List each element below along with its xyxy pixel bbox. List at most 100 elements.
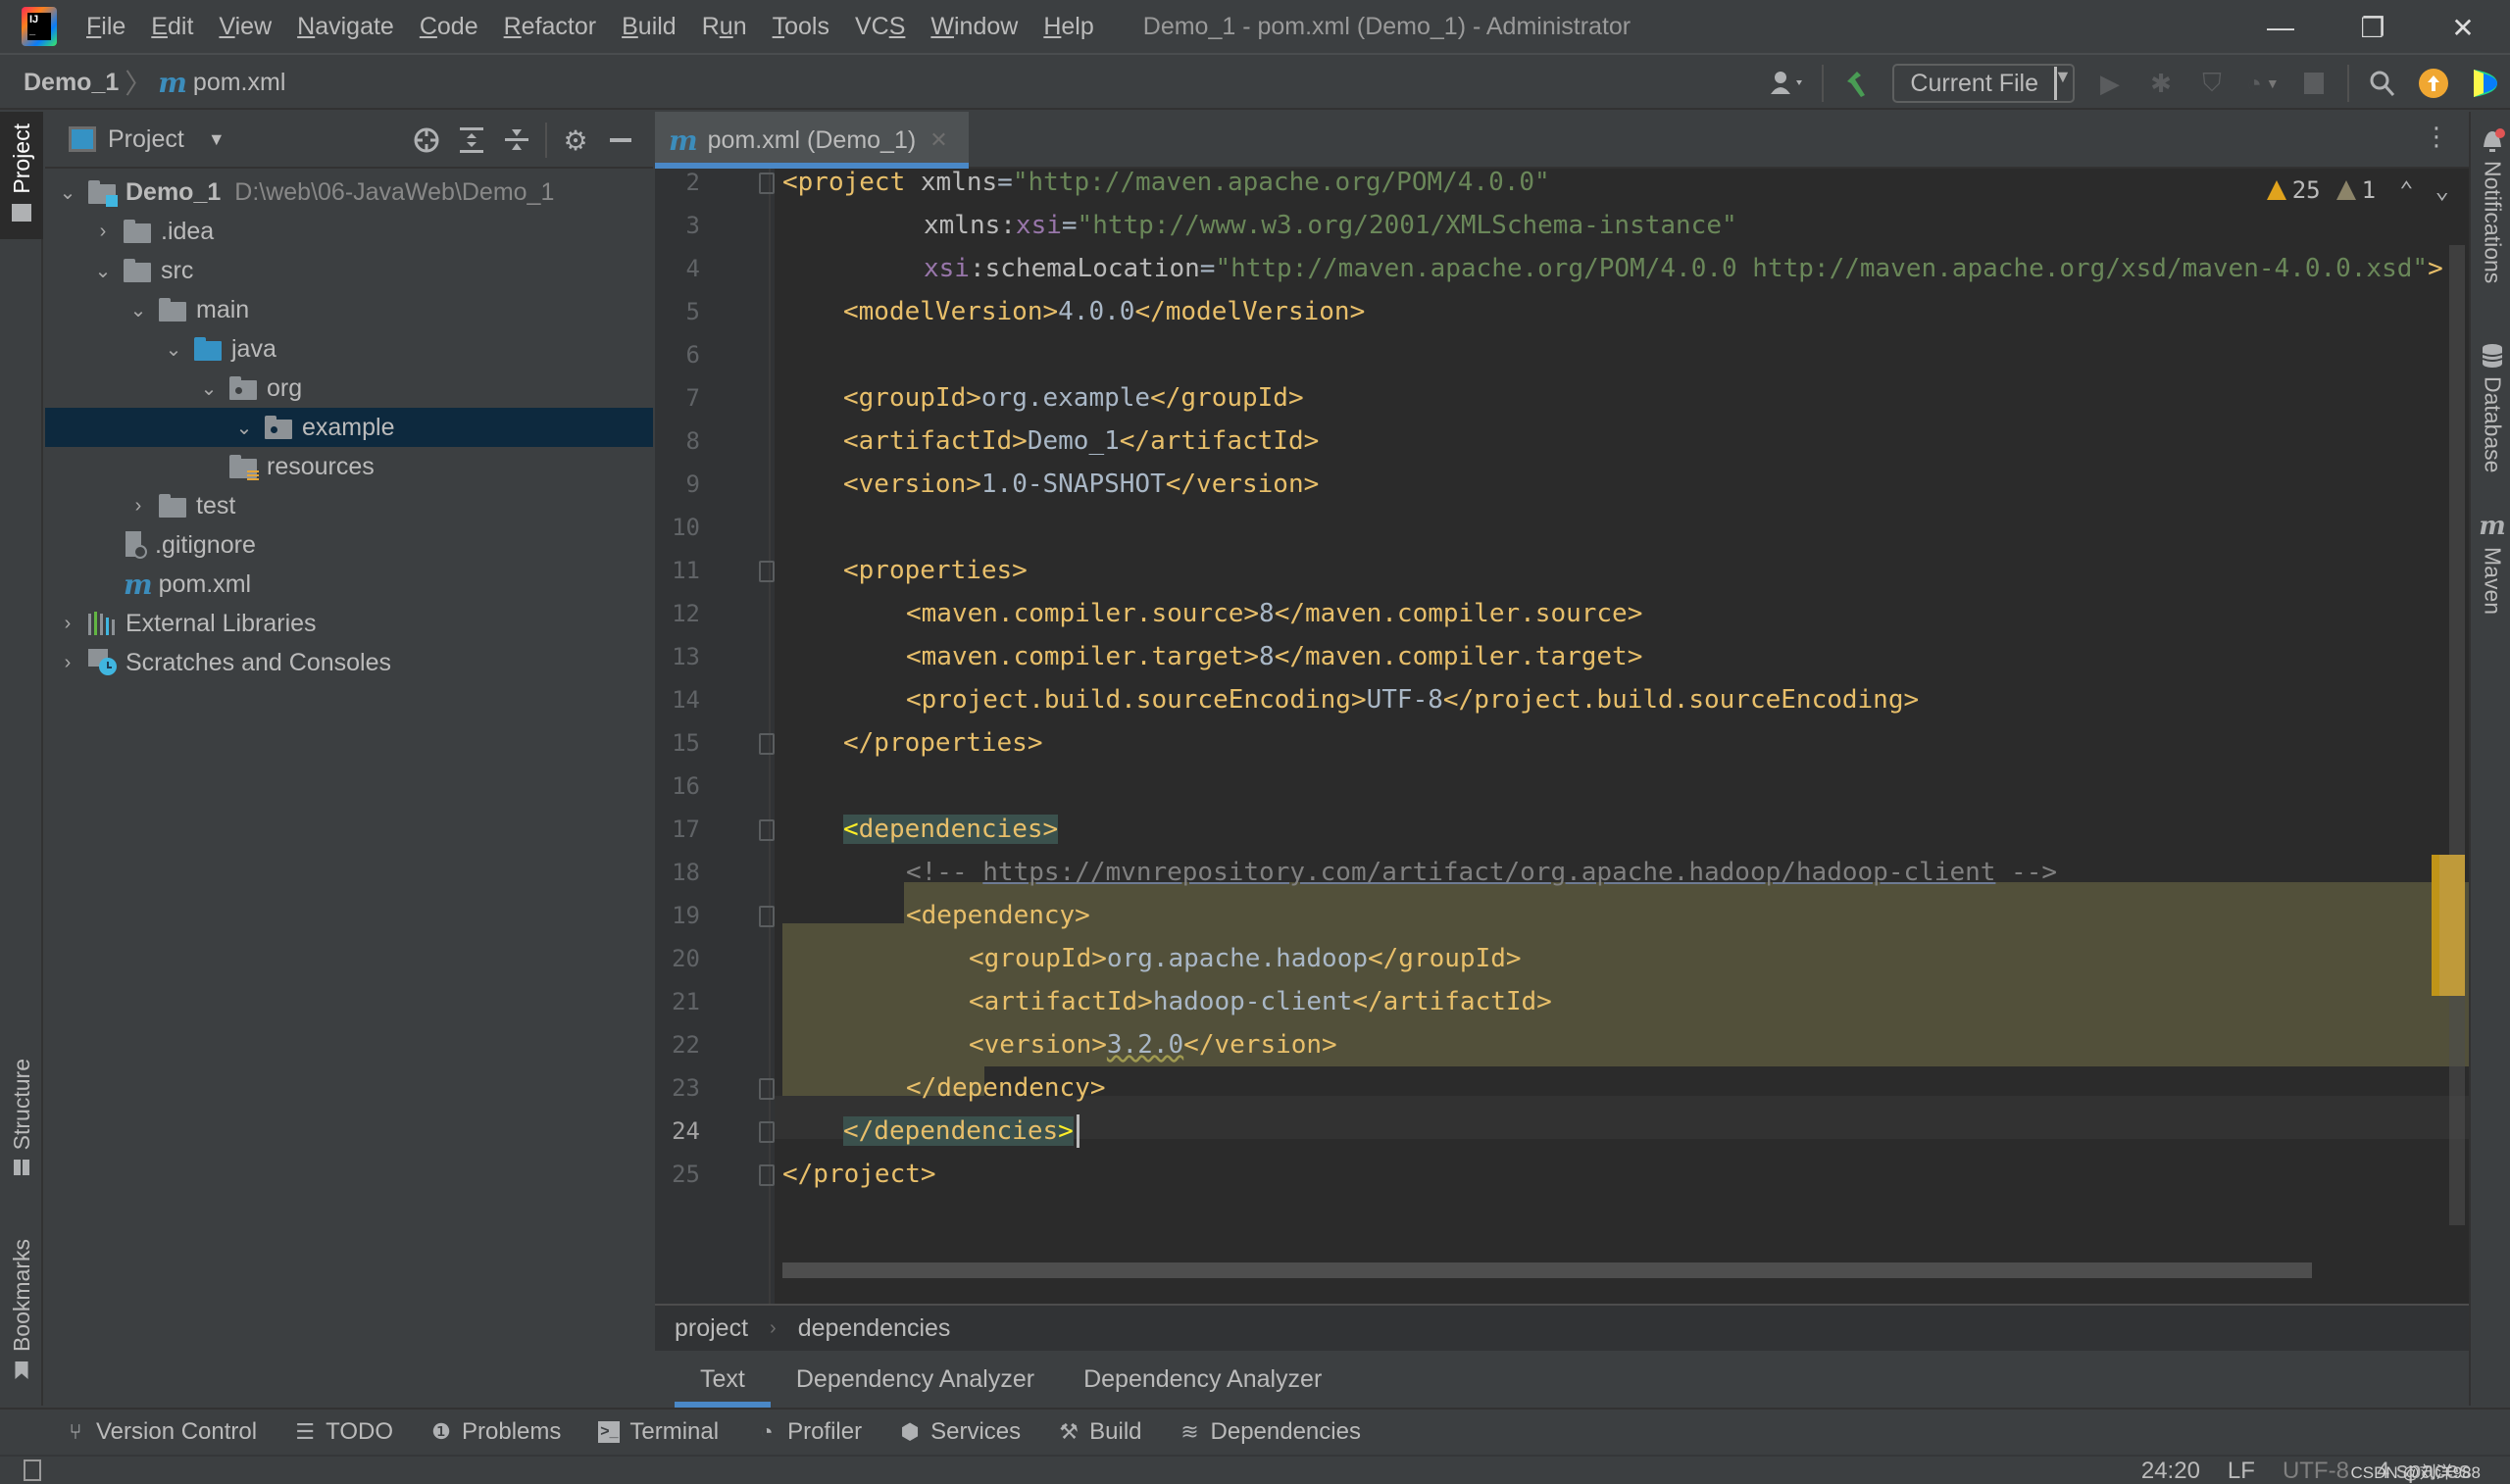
fold-marker-icon[interactable]: [759, 561, 775, 582]
build-project-button[interactable]: [1835, 62, 1879, 105]
horizontal-scrollbar[interactable]: [782, 1262, 2312, 1278]
menu-vcs[interactable]: VCS: [855, 13, 905, 41]
file-encoding[interactable]: UTF-8: [2283, 1458, 2349, 1484]
tree-item-java[interactable]: ⌄ java: [45, 329, 653, 369]
fold-marker-icon[interactable]: [759, 733, 775, 755]
menu-build[interactable]: Build: [622, 13, 677, 41]
tree-item-src[interactable]: ⌄ src: [45, 251, 653, 290]
run-configuration-dropdown[interactable]: Current File ▼: [1892, 64, 2075, 103]
toolwindow-version-control[interactable]: ⑂ Version Control: [65, 1418, 257, 1446]
tab-text[interactable]: Text: [675, 1351, 771, 1408]
version-warning[interactable]: 3.2.0: [1107, 1030, 1183, 1060]
tree-item-external-libraries[interactable]: › External Libraries: [45, 604, 653, 643]
nav-crumb-project[interactable]: Demo_1: [24, 69, 119, 97]
debug-button[interactable]: ✱: [2139, 62, 2183, 105]
toolwindow-services[interactable]: ⬢ Services: [899, 1418, 1022, 1446]
toggle-tool-windows-icon[interactable]: [24, 1459, 41, 1481]
chevron-right-icon[interactable]: ›: [55, 652, 80, 674]
chevron-down-icon[interactable]: ⌄: [126, 298, 151, 322]
updates-button[interactable]: [2412, 62, 2455, 105]
run-button[interactable]: ▶: [2088, 62, 2132, 105]
chevron-right-icon[interactable]: ›: [90, 221, 116, 243]
fold-marker-icon[interactable]: [759, 1121, 775, 1143]
restore-button[interactable]: ❐: [2334, 0, 2412, 55]
project-view-selector[interactable]: Project: [108, 125, 184, 154]
chevron-down-icon[interactable]: ⌄: [231, 416, 257, 440]
stripe-tab-project[interactable]: Project: [0, 112, 43, 239]
tree-item-pom-xml[interactable]: m pom.xml: [45, 565, 653, 604]
comment-link[interactable]: https://mvnrepository.com/artifact/org.a…: [982, 858, 1995, 887]
fold-marker-icon[interactable]: [759, 173, 775, 194]
chevron-down-icon[interactable]: ⌄: [90, 259, 116, 283]
problems-indicator[interactable]: 25 1 ⌃ ⌄: [2266, 176, 2449, 204]
toolwindow-todo[interactable]: ☰ TODO: [294, 1418, 393, 1446]
toolwindow-dependencies[interactable]: ≋ Dependencies: [1180, 1418, 1361, 1446]
chevron-down-icon[interactable]: ⌄: [196, 376, 222, 401]
tree-item-scratches[interactable]: › Scratches and Consoles: [45, 643, 653, 682]
chevron-down-icon[interactable]: ⌄: [161, 337, 186, 362]
stop-button[interactable]: [2292, 62, 2335, 105]
coverage-button[interactable]: ⛉: [2190, 62, 2234, 105]
menu-refactor[interactable]: Refactor: [504, 13, 597, 41]
fold-marker-icon[interactable]: [759, 819, 775, 841]
menu-code[interactable]: Code: [420, 13, 478, 41]
stripe-tab-maven[interactable]: m Maven: [2471, 512, 2510, 615]
code-editor[interactable]: 2 <project xmlns="http://maven.apache.or…: [655, 169, 2469, 1304]
vertical-scrollbar[interactable]: [2449, 245, 2465, 1225]
close-tab-icon[interactable]: ✕: [929, 127, 947, 153]
search-everywhere-button[interactable]: [2361, 62, 2404, 105]
breadcrumb-project[interactable]: project: [675, 1314, 748, 1343]
toolwindow-problems[interactable]: ❶ Problems: [430, 1418, 561, 1446]
menu-edit[interactable]: Edit: [151, 13, 193, 41]
chevron-right-icon[interactable]: ›: [126, 495, 151, 518]
tree-item-example[interactable]: ⌄ example: [45, 408, 653, 447]
caret-position[interactable]: 24:20: [2141, 1458, 2200, 1484]
chevron-down-icon[interactable]: ▼: [208, 129, 226, 150]
fold-marker-icon[interactable]: [759, 1078, 775, 1100]
vcs-user-button[interactable]: [1767, 62, 1810, 105]
tree-item-test[interactable]: › test: [45, 486, 653, 525]
menu-help[interactable]: Help: [1043, 13, 1093, 41]
editor-tab-pom-xml[interactable]: m pom.xml (Demo_1) ✕: [655, 112, 969, 169]
toolwindow-build[interactable]: ⚒ Build: [1058, 1418, 1141, 1446]
toolwindow-profiler[interactable]: ◔ Profiler: [756, 1418, 862, 1446]
profile-button[interactable]: ◔ ▼: [2241, 62, 2284, 105]
menu-tools[interactable]: Tools: [773, 13, 829, 41]
nav-crumb-file[interactable]: pom.xml: [193, 69, 285, 97]
line-separator[interactable]: LF: [2228, 1458, 2255, 1484]
menu-window[interactable]: Window: [930, 13, 1018, 41]
select-opened-file-button[interactable]: [404, 118, 449, 163]
close-window-button[interactable]: ✕: [2424, 0, 2502, 55]
stripe-tab-notifications[interactable]: Notifications: [2471, 127, 2510, 283]
stripe-tab-bookmarks[interactable]: Bookmarks: [0, 1239, 43, 1380]
stripe-tab-structure[interactable]: Structure: [0, 1059, 43, 1176]
tree-item-idea[interactable]: › .idea: [45, 212, 653, 251]
chevron-down-icon[interactable]: ⌄: [55, 180, 80, 205]
menu-file[interactable]: File: [86, 13, 126, 41]
tree-item-demo-1[interactable]: ⌄ Demo_1 D:\web\06-JavaWeb\Demo_1: [45, 173, 653, 212]
menu-run[interactable]: Run: [702, 13, 747, 41]
code-with-me-button[interactable]: [2463, 62, 2506, 105]
next-problem-icon[interactable]: ⌄: [2435, 176, 2449, 204]
tree-item-gitignore[interactable]: .gitignore: [45, 525, 653, 565]
tree-item-main[interactable]: ⌄ main: [45, 290, 653, 329]
stripe-tab-database[interactable]: Database: [2471, 343, 2510, 472]
toolwindow-terminal[interactable]: >_ Terminal: [598, 1418, 719, 1446]
tree-item-org[interactable]: ⌄ org: [45, 369, 653, 408]
breadcrumb-dependencies[interactable]: dependencies: [798, 1314, 951, 1343]
menu-view[interactable]: View: [219, 13, 272, 41]
menu-navigate[interactable]: Navigate: [297, 13, 394, 41]
previous-problem-icon[interactable]: ⌃: [2399, 176, 2413, 204]
tree-item-resources[interactable]: resources: [45, 447, 653, 486]
fold-marker-icon[interactable]: [759, 1164, 775, 1186]
project-settings-button[interactable]: ⚙: [553, 118, 598, 163]
hide-panel-button[interactable]: [598, 118, 643, 163]
more-actions-icon[interactable]: ⋮: [2424, 122, 2449, 152]
expand-all-button[interactable]: [449, 118, 494, 163]
collapse-all-button[interactable]: [494, 118, 539, 163]
chevron-right-icon[interactable]: ›: [55, 613, 80, 635]
tab-dependency-analyzer-2[interactable]: Dependency Analyzer: [1060, 1351, 1345, 1408]
fold-marker-icon[interactable]: [759, 906, 775, 927]
tab-dependency-analyzer[interactable]: Dependency Analyzer: [773, 1351, 1058, 1408]
minimize-button[interactable]: —: [2241, 0, 2320, 55]
